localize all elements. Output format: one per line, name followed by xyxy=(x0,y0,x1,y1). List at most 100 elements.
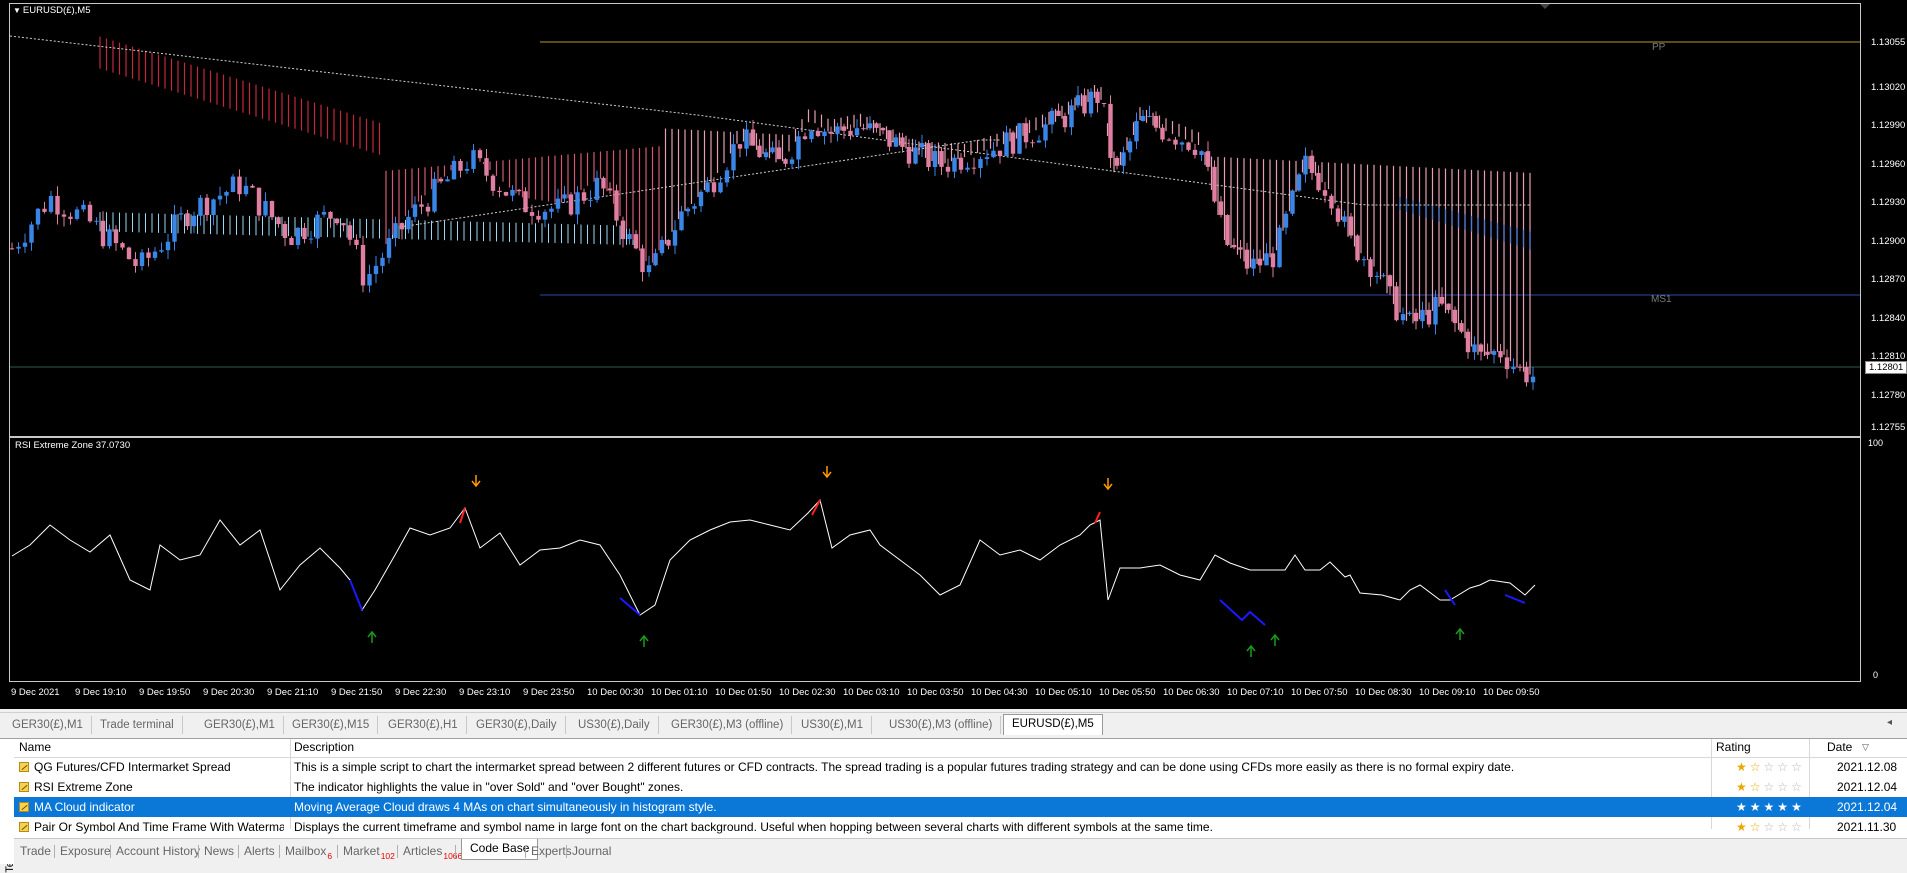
candle-body xyxy=(659,239,665,254)
chart-tab[interactable]: US30(£),M1 xyxy=(793,716,872,734)
candle-body xyxy=(412,204,418,217)
terminal-tab[interactable]: News xyxy=(204,842,234,860)
chart-tab[interactable]: GER30(£),H1 xyxy=(380,716,467,734)
star-icon: ☆ xyxy=(1749,820,1764,834)
candle-body xyxy=(1433,296,1438,325)
chart-tab[interactable]: GER30(£),M1 xyxy=(196,716,284,734)
candle-body xyxy=(321,211,327,215)
codebase-row[interactable]: RSI Extreme Zone The indicator highlights… xyxy=(14,777,1907,797)
candle-body xyxy=(1056,110,1061,116)
candle-body xyxy=(1524,366,1529,383)
terminal-tab[interactable]: Articles1066 xyxy=(403,842,462,861)
candle-body xyxy=(1504,357,1510,370)
column-header-name[interactable]: Name xyxy=(19,739,51,756)
candle-body xyxy=(997,150,1003,157)
column-header-description[interactable]: Description xyxy=(294,739,354,756)
candle-body xyxy=(1322,190,1328,196)
candle-body xyxy=(744,129,749,149)
candle-body xyxy=(159,250,164,252)
candle-body xyxy=(113,229,119,244)
candle-body xyxy=(497,190,502,193)
time-axis-label: 10 Dec 03:50 xyxy=(907,687,964,698)
chart-tab[interactable]: US30(£),Daily xyxy=(570,716,659,734)
terminal-tab-label: Market xyxy=(343,844,380,858)
candle-body xyxy=(1530,376,1536,383)
candle-body xyxy=(1199,151,1204,155)
sort-arrow-icon[interactable]: ▽ xyxy=(1862,739,1869,756)
symbol-label[interactable]: ▼ EURUSD(£),M5 xyxy=(13,5,90,16)
candle-body xyxy=(1491,351,1497,355)
candle-body xyxy=(887,130,892,147)
candle-body xyxy=(22,242,28,247)
codebase-row[interactable]: Pair Or Symbol And Time Frame With Water… xyxy=(14,817,1907,837)
candle-body xyxy=(1075,95,1081,106)
star-icon: ☆ xyxy=(1763,780,1778,794)
candle-body xyxy=(1082,95,1087,114)
candle-body xyxy=(198,197,203,216)
terminal-tab[interactable]: Trade xyxy=(20,842,51,860)
candle-body xyxy=(594,177,600,200)
candle-body xyxy=(880,127,886,131)
chart-tab[interactable]: US30(£),M3 (offline) xyxy=(881,716,1002,734)
candle-body xyxy=(1270,253,1276,268)
terminal-tab[interactable]: Market102 xyxy=(343,842,395,861)
candle-body xyxy=(893,137,899,147)
price-chart-canvas[interactable] xyxy=(0,0,1907,709)
star-icon: ☆ xyxy=(1791,820,1805,834)
candle-body xyxy=(971,167,977,169)
candle-body xyxy=(646,265,652,273)
candle-body xyxy=(1121,152,1126,166)
terminal-tab[interactable]: Exposure xyxy=(60,842,111,860)
candle-body xyxy=(1400,314,1406,321)
candle-body xyxy=(360,244,366,286)
candle-body xyxy=(42,208,47,212)
candle-body xyxy=(464,168,470,171)
time-axis-label: 9 Dec 22:30 xyxy=(395,687,447,698)
candle-body xyxy=(711,182,717,193)
codebase-row[interactable]: MA Cloud indicator Moving Average Cloud d… xyxy=(14,797,1907,817)
star-icon: ★ xyxy=(1736,820,1750,834)
candle-body xyxy=(328,211,333,219)
chart-tab[interactable]: GER30(£),Daily xyxy=(468,716,566,734)
chart-tab[interactable]: GER30(£),M15 xyxy=(284,716,379,734)
candle-body xyxy=(354,239,359,245)
tab-separator xyxy=(54,845,55,858)
terminal-tab[interactable]: Mailbox6 xyxy=(285,842,332,861)
column-header-rating[interactable]: Rating xyxy=(1716,739,1751,756)
tabs-scroll-left-icon[interactable]: ◂ xyxy=(1887,717,1892,728)
terminal-tab[interactable]: Code Base xyxy=(461,839,539,860)
chart-tab[interactable]: Trade terminal xyxy=(92,716,183,734)
dropdown-triangle-icon[interactable]: ▼ xyxy=(13,6,21,15)
candle-body xyxy=(1439,296,1445,304)
terminal-tab[interactable]: Alerts xyxy=(244,842,275,860)
script-edit-icon xyxy=(19,762,29,772)
candle-body xyxy=(835,126,840,134)
candle-body xyxy=(640,248,645,273)
codebase-row[interactable]: QG Futures/CFD Intermarket Spread This is… xyxy=(14,757,1907,777)
candle-body xyxy=(419,204,424,207)
chart-tab[interactable]: GER30(£),M1 xyxy=(4,716,92,734)
candle-body xyxy=(692,206,697,209)
candle-body xyxy=(672,230,678,246)
candle-body xyxy=(555,198,561,209)
chart-tab[interactable]: GER30(£),M3 (offline) xyxy=(663,716,793,734)
indicator-label: RSI Extreme Zone 37.0730 xyxy=(15,440,131,451)
terminal-tab[interactable]: Journal xyxy=(572,842,611,860)
tab-separator xyxy=(397,845,398,858)
terminal-tab-label: Code Base xyxy=(470,841,530,855)
tab-separator xyxy=(110,845,111,858)
row-date: 2021.12.04 xyxy=(1837,780,1898,794)
candle-body xyxy=(958,157,964,170)
time-axis-label: 10 Dec 08:30 xyxy=(1355,687,1412,698)
candle-body xyxy=(653,253,658,266)
candle-body xyxy=(1309,155,1315,173)
candle-body xyxy=(1225,214,1230,245)
chart-tab[interactable]: EURUSD(£),M5 xyxy=(1003,714,1103,735)
terminal-tab[interactable]: Account History xyxy=(116,842,200,860)
candle-body xyxy=(276,217,281,225)
candle-body xyxy=(828,131,834,134)
column-header-date[interactable]: Date xyxy=(1827,739,1852,756)
candle-body xyxy=(94,220,99,222)
chart-window[interactable]: ▼ EURUSD(£),M5 PP MS1 RSI Extreme Zone 37… xyxy=(0,0,1907,709)
candle-body xyxy=(516,189,522,192)
